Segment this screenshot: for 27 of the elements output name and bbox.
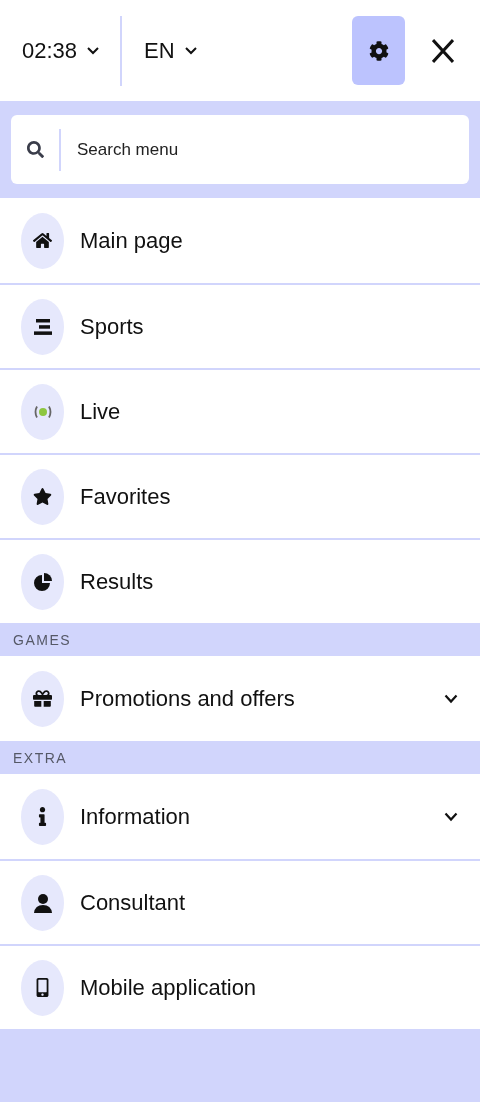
menu-item[interactable]: Results [0, 538, 480, 623]
settings-icon [368, 40, 389, 61]
menu-item[interactable]: Information [0, 774, 480, 859]
gift-icon [33, 689, 52, 708]
star-icon [33, 487, 52, 506]
time-dropdown[interactable]: 02:38 [22, 37, 100, 64]
close-icon [432, 38, 454, 63]
language-dropdown[interactable]: EN [144, 37, 197, 64]
caret-icon [87, 46, 100, 55]
pie-chart-icon [33, 572, 52, 591]
menu-item[interactable]: Mobile application [0, 944, 480, 1029]
section-heading: GAMES [12, 630, 73, 650]
search-field[interactable]: Search menu [11, 115, 469, 184]
caret-icon [184, 46, 197, 55]
settings-button[interactable] [352, 16, 405, 85]
menu-item[interactable]: Promotions and offers [0, 656, 480, 741]
person-icon [33, 892, 52, 913]
search-icon [26, 141, 44, 158]
section-heading: EXTRA [12, 748, 69, 768]
live-signal-icon [33, 404, 52, 419]
menu-item[interactable]: Consultant [0, 859, 480, 944]
menu-item[interactable]: Favorites [0, 453, 480, 538]
menu-item[interactable]: Live [0, 368, 480, 453]
home-icon [33, 231, 52, 250]
bars-icon [33, 318, 52, 335]
menu-item[interactable]: Sports [0, 283, 480, 368]
menu-item[interactable]: Main page [0, 198, 480, 283]
